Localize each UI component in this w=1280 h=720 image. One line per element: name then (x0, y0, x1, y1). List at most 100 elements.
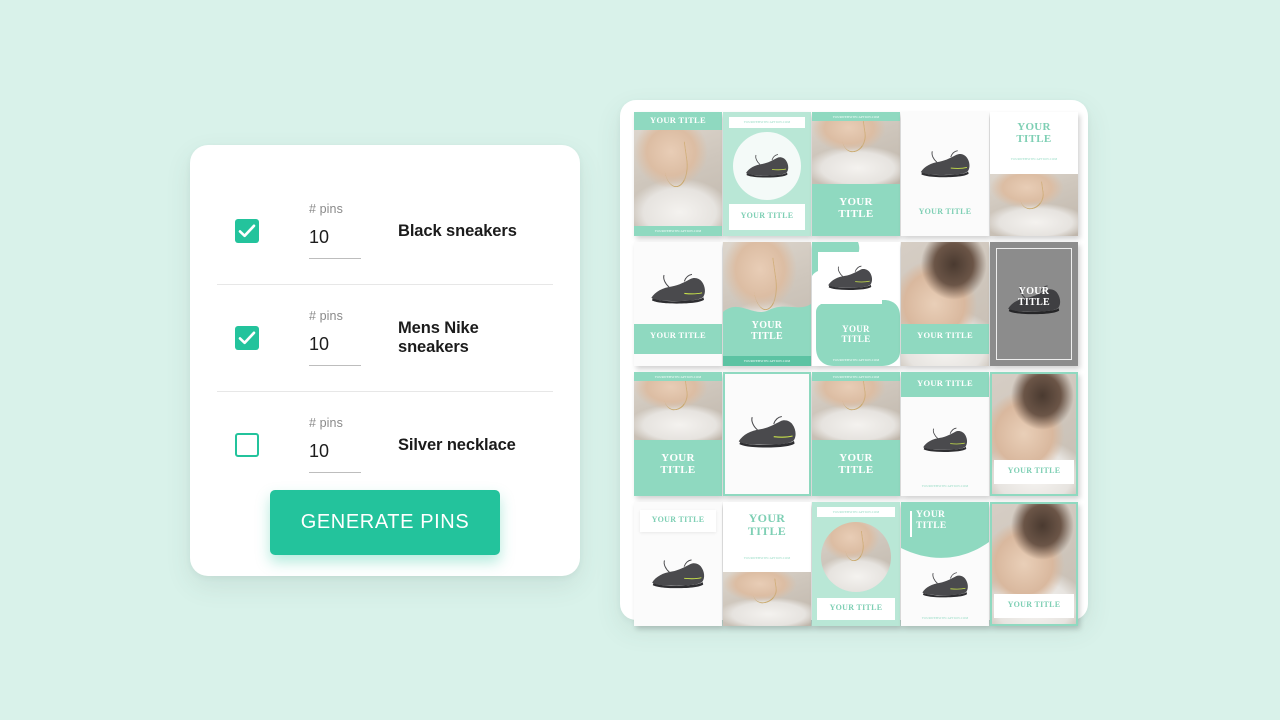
pins-label: # pins (309, 416, 343, 431)
pin-title-line1: YOUR (661, 452, 695, 464)
keyword-row-list: # pins 10 Black sneakers # pins 10 Mens … (217, 178, 553, 498)
sneaker-icon (738, 415, 796, 447)
pin-card[interactable]: YOURWEBSITECAPTION.COM YOUR TITLE (812, 502, 900, 626)
pin-title: YOUR TITLE (812, 324, 900, 344)
pin-title: YOUR TITLE (990, 286, 1078, 308)
pin-title-line1: YOUR (751, 320, 783, 331)
pin-title: YOUR TITLE (740, 211, 794, 220)
sneaker-icon (828, 265, 873, 290)
generate-pins-button[interactable]: GENERATE PINS (269, 490, 501, 555)
pins-input-mens-nike-sneakers[interactable]: 10 (309, 335, 361, 366)
pin-card[interactable]: YOUR TITLE (990, 372, 1078, 496)
keyword-checkbox-black-sneakers[interactable] (235, 219, 259, 243)
pin-card[interactable]: YOUR TITLE (634, 502, 722, 626)
pin-caption: YOURWEBSITECAPTION.COM (921, 616, 969, 620)
keyword-label-silver-necklace: Silver necklace (398, 435, 516, 454)
pin-preview-panel: YOUR TITLE YOURWEBSITECAPTION.COM YOURWE… (620, 100, 1088, 626)
pin-caption: YOURWEBSITECAPTION.COM (832, 358, 880, 362)
pin-photo (812, 372, 900, 440)
pin-caption: YOURWEBSITECAPTION.COM (654, 374, 702, 379)
pin-card[interactable]: YOUR TITLE YOURWEBSITECAPTION.COM (812, 242, 900, 366)
pin-caption: YOURWEBSITECAPTION.COM (921, 484, 969, 488)
pins-field-group: # pins 10 (309, 310, 365, 366)
keyword-row: # pins 10 Black sneakers (217, 178, 553, 285)
pin-title-line2: TITLE (838, 208, 874, 221)
pin-photo (812, 112, 900, 184)
check-icon (238, 224, 256, 238)
pin-title: YOUR TITLE (812, 452, 900, 477)
keyword-checkbox-mens-nike-sneakers[interactable] (235, 326, 259, 350)
pin-title-line2: TITLE (1017, 297, 1051, 309)
pin-card[interactable]: YOUR TITLE (990, 242, 1078, 366)
pin-title-line2: TITLE (916, 520, 947, 531)
pin-card[interactable]: YOURWEBSITECAPTION.COM YOUR TITLE (634, 372, 722, 496)
pin-title: YOUR TITLE (990, 121, 1078, 146)
pin-title: YOUR TITLE (812, 196, 900, 221)
pin-card[interactable]: YOURWEBSITECAPTION.COM YOUR TITLE (723, 112, 811, 236)
pin-title: YOUR TITLE (829, 603, 883, 612)
pin-card[interactable]: YOUR TITLE (990, 502, 1078, 626)
pin-title-line1: YOUR (748, 511, 786, 525)
pin-caption: YOURWEBSITECAPTION.COM (743, 358, 791, 363)
pin-title-line1: YOUR (916, 510, 946, 520)
pin-title-line2: TITLE (1016, 133, 1052, 146)
pin-card[interactable]: YOURWEBSITECAPTION.COM YOUR TITLE (812, 112, 900, 236)
pins-input-silver-necklace[interactable]: 10 (309, 442, 361, 473)
pin-card[interactable]: YOUR TITLE YOURWEBSITECAPTION.COM (901, 502, 989, 626)
pin-photo-box (818, 252, 882, 304)
pin-title: YOUR TITLE (723, 320, 811, 342)
pin-photo-circle (821, 522, 891, 592)
pin-title-line1: YOUR (1017, 121, 1051, 133)
pin-title-line2: TITLE (750, 331, 784, 343)
pin-title-line1: YOUR (839, 196, 873, 208)
pin-title-line1: YOUR (839, 452, 873, 464)
keyword-form-card: # pins 10 Black sneakers # pins 10 Mens … (190, 145, 580, 576)
pin-title: YOUR TITLE (650, 330, 706, 340)
keyword-label-mens-nike-sneakers: Mens Nike sneakers (398, 319, 479, 356)
pins-input-black-sneakers[interactable]: 10 (309, 228, 361, 259)
pin-card[interactable]: YOURWEBSITECAPTION.COM YOUR TITLE (812, 372, 900, 496)
pins-label: # pins (309, 309, 343, 324)
pin-title: YOUR TITLE (723, 511, 811, 539)
sneaker-icon (923, 427, 968, 453)
pin-title-line2: TITLE (660, 464, 696, 477)
pin-card[interactable]: YOUR TITLE (901, 112, 989, 236)
pin-photo (901, 112, 989, 236)
pin-card[interactable]: YOUR TITLE (901, 242, 989, 366)
generate-button-wrap: GENERATE PINS (190, 490, 580, 555)
pin-title: YOUR TITLE (650, 115, 706, 125)
keyword-row: # pins 10 Silver necklace (217, 392, 553, 498)
pins-field-group: # pins 10 (309, 417, 365, 473)
pin-title: YOUR TITLE (901, 510, 989, 531)
pin-title-line2: TITLE (747, 524, 787, 539)
pin-title: YOUR TITLE (1007, 600, 1061, 609)
pin-card[interactable]: YOUR TITLE YOURWEBSITECAPTION.COM (990, 112, 1078, 236)
pin-caption: YOURWEBSITECAPTION.COM (743, 556, 791, 560)
pins-label: # pins (309, 202, 343, 217)
sneaker-icon (922, 572, 968, 598)
pin-card[interactable] (723, 372, 811, 496)
pin-card[interactable]: YOUR TITLE YOURWEBSITECAPTION.COM (901, 372, 989, 496)
pin-caption: YOURWEBSITECAPTION.COM (832, 374, 880, 379)
pin-title: YOUR TITLE (634, 452, 722, 477)
sneaker-icon (651, 274, 705, 304)
pins-field-group: # pins 10 (309, 203, 365, 259)
pin-title: YOUR TITLE (918, 207, 972, 216)
pin-card[interactable]: YOUR TITLE YOURWEBSITECAPTION.COM (723, 242, 811, 366)
keyword-label-black-sneakers: Black sneakers (398, 221, 517, 240)
pin-title-line2: TITLE (838, 464, 874, 477)
pin-title: YOUR TITLE (917, 330, 973, 340)
pin-card[interactable]: YOUR TITLE (634, 242, 722, 366)
pin-title-line1: YOUR (1018, 286, 1050, 297)
pin-caption: YOURWEBSITECAPTION.COM (832, 114, 880, 119)
pin-card[interactable]: YOUR TITLE YOURWEBSITECAPTION.COM (723, 502, 811, 626)
pin-title-line1: YOUR (842, 324, 870, 334)
keyword-row: # pins 10 Mens Nike sneakers (217, 285, 553, 392)
pin-photo (634, 128, 722, 236)
check-icon (238, 331, 256, 345)
pin-caption: YOURWEBSITECAPTION.COM (832, 509, 880, 514)
pin-card[interactable]: YOUR TITLE YOURWEBSITECAPTION.COM (634, 112, 722, 236)
pin-title: YOUR TITLE (1007, 466, 1061, 475)
keyword-checkbox-silver-necklace[interactable] (235, 433, 259, 457)
sneaker-icon (920, 150, 970, 178)
